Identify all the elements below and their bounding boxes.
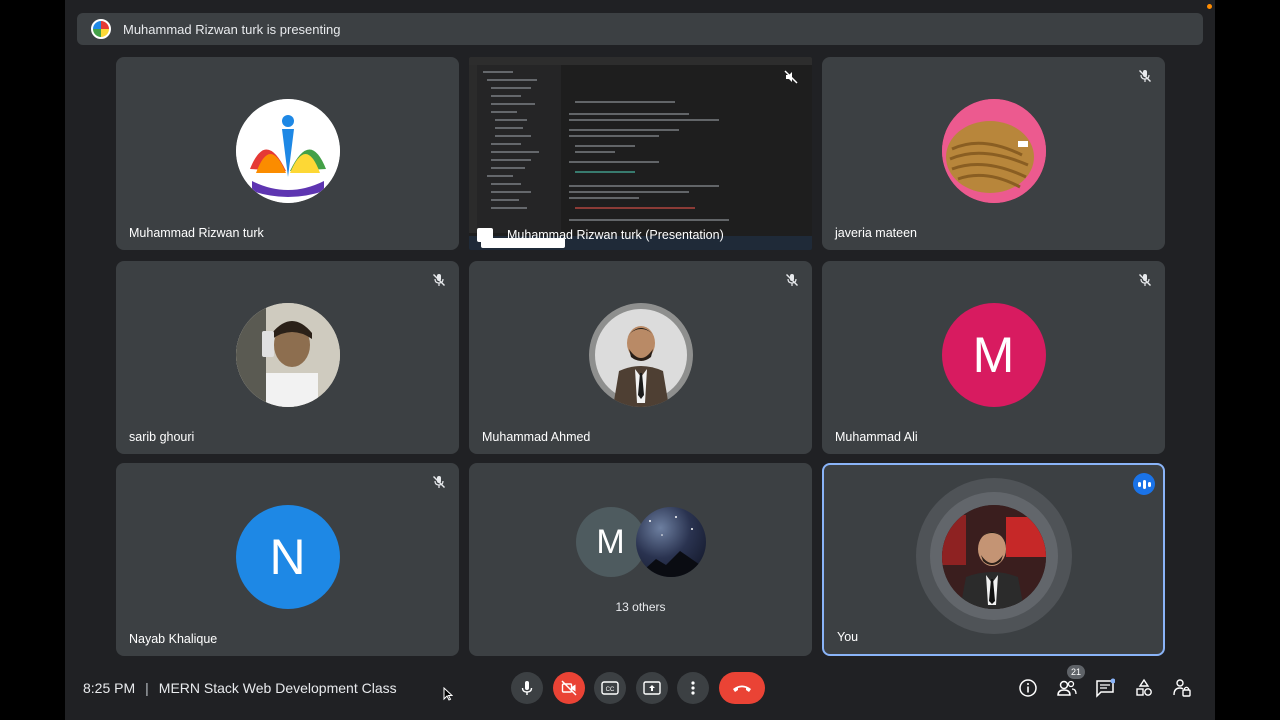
host-controls-button[interactable] <box>1170 676 1194 700</box>
participant-name: javeria mateen <box>835 226 917 240</box>
leave-call-icon <box>733 685 751 692</box>
avatar-initial: N <box>235 504 340 609</box>
mic-button[interactable] <box>511 672 543 704</box>
mic-off-icon <box>433 274 445 286</box>
avatar <box>235 98 340 203</box>
vscode-activity-bar <box>469 65 477 233</box>
others-avatars: M <box>575 507 706 577</box>
presenting-banner: Muhammad Rizwan turk is presenting <box>77 13 1203 45</box>
more-options-icon <box>691 681 695 695</box>
participant-tile[interactable]: N Nayab Khalique <box>116 463 459 656</box>
svg-text:CC: CC <box>606 687 615 693</box>
speaking-indicator-icon <box>1133 473 1155 495</box>
self-tile[interactable]: You <box>822 463 1165 656</box>
participant-name: Muhammad Rizwan turk <box>129 226 264 240</box>
vscode-explorer <box>477 65 561 233</box>
mic-off-icon <box>1139 274 1151 286</box>
present-icon <box>477 228 493 242</box>
meeting-title: MERN Stack Web Development Class <box>158 680 397 696</box>
bottom-toolbar: 8:25 PM | MERN Stack Web Development Class… <box>65 664 1215 712</box>
camera-button[interactable] <box>553 672 585 704</box>
participant-tile[interactable]: Muhammad Ahmed <box>469 261 812 454</box>
participant-tile[interactable]: javeria mateen <box>822 57 1165 250</box>
captions-icon: CC <box>601 681 619 695</box>
mouse-cursor-icon <box>443 687 453 701</box>
avatar-initial: M <box>941 302 1046 407</box>
screen-share-tile[interactable]: Muhammad Rizwan turk (Presentation) <box>469 57 812 250</box>
participant-name: You <box>837 630 859 644</box>
meeting-time: 8:25 PM <box>83 680 136 696</box>
meeting-details: 8:25 PM | MERN Stack Web Development Class <box>83 680 397 696</box>
participant-tile[interactable]: M Muhammad Ali <box>822 261 1165 454</box>
camera-off-icon <box>561 680 577 696</box>
people-button[interactable] <box>1055 676 1079 700</box>
vscode-titlebar <box>469 57 812 65</box>
chat-icon <box>1096 678 1115 698</box>
mic-off-icon <box>786 274 798 286</box>
meta-separator: | <box>145 680 149 696</box>
avatar <box>941 98 1046 203</box>
others-tile[interactable]: M 13 others <box>469 463 812 656</box>
more-options-button[interactable] <box>677 672 709 704</box>
meet-window: Muhammad Rizwan turk is presenting Muham… <box>65 0 1215 720</box>
chat-button[interactable] <box>1093 676 1117 700</box>
others-count: 13 others <box>615 600 666 614</box>
present-screen-icon <box>643 681 661 695</box>
info-icon <box>1019 679 1037 697</box>
activities-icon <box>1136 678 1152 696</box>
participant-name: sarib ghouri <box>129 430 195 444</box>
avatar <box>235 302 340 407</box>
activities-button[interactable] <box>1132 676 1156 700</box>
participant-name: Nayab Khalique <box>129 632 218 646</box>
participant-name: Muhammad Ali <box>835 430 918 444</box>
avatar <box>941 504 1046 609</box>
lock-person-icon <box>1173 679 1191 697</box>
leave-call-button[interactable] <box>719 672 765 704</box>
presenting-text: Muhammad Rizwan turk is presenting <box>123 21 341 37</box>
mic-off-icon <box>433 476 445 488</box>
participants-count-badge: 21 <box>1067 665 1085 679</box>
mic-off-icon <box>1139 70 1151 82</box>
presenter-avatar <box>91 19 111 39</box>
recording-dot <box>1207 4 1212 9</box>
present-button[interactable] <box>636 672 668 704</box>
participant-tile[interactable]: sarib ghouri <box>116 261 459 454</box>
participant-name: Muhammad Ahmed <box>482 430 591 444</box>
captions-button[interactable]: CC <box>594 672 626 704</box>
presentation-name: Muhammad Rizwan turk (Presentation) <box>507 228 724 242</box>
avatar <box>588 302 693 407</box>
vscode-terminal <box>561 87 806 233</box>
microphone-icon <box>521 681 533 695</box>
avatar <box>635 507 706 577</box>
muted-volume-icon <box>784 70 798 84</box>
participant-tile[interactable]: Muhammad Rizwan turk <box>116 57 459 250</box>
people-icon <box>1057 680 1077 696</box>
meeting-info-button[interactable] <box>1016 676 1040 700</box>
